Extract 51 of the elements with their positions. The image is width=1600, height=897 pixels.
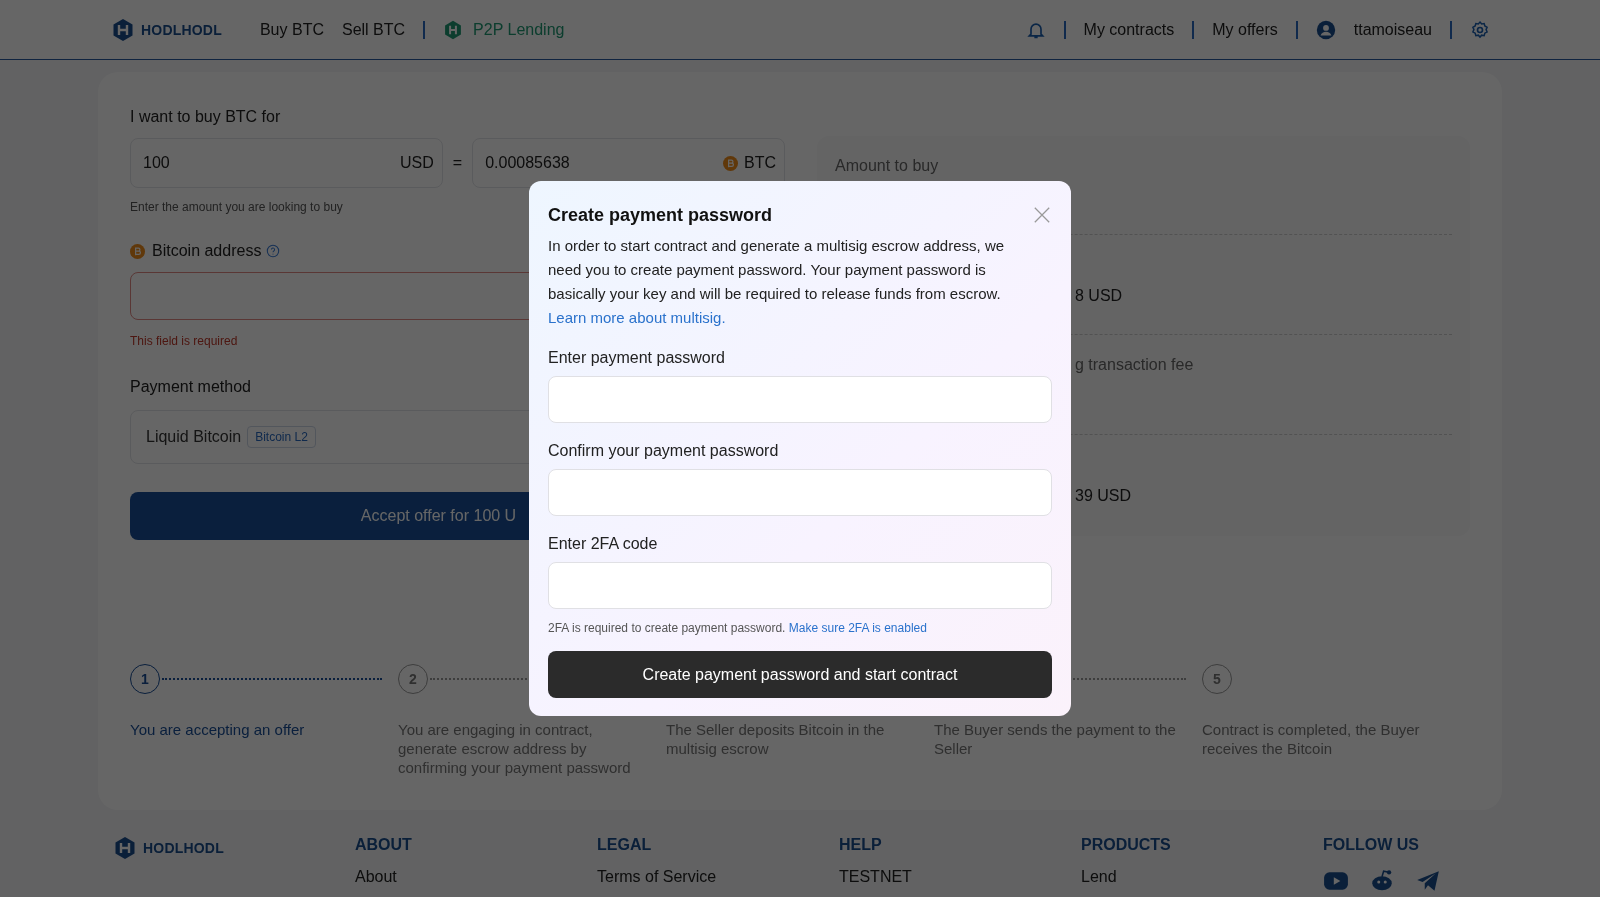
enable-2fa-link[interactable]: Make sure 2FA is enabled	[788, 621, 927, 635]
paper-plane-icon[interactable]	[1415, 868, 1441, 894]
field-label: Enter payment password	[548, 349, 726, 367]
field-label: Confirm your payment password	[548, 442, 780, 460]
tag: Bitcoin L2	[247, 426, 316, 448]
field-label: Bitcoin address	[152, 242, 262, 260]
footer-heading: ABOUT	[355, 836, 413, 854]
dialog-text: In order to start contract and generate a multisig escrow address, we need you to create payment password. Your payment password is basically your key and will be required to release funds from escrow.	[548, 236, 1006, 304]
note-text: 2FA is required to create payment password.	[548, 621, 786, 635]
footer-heading: LEGAL	[597, 836, 653, 854]
summary-label: Amount to buy	[835, 156, 939, 175]
amount-hint: Enter the amount you are looking to buy	[130, 200, 343, 214]
help-icon[interactable]	[266, 244, 281, 258]
summary-value: 8 USD	[1075, 286, 1123, 305]
field-label: Payment method	[130, 378, 252, 396]
username[interactable]: ttamoiseau	[1353, 20, 1432, 39]
nav-link[interactable]: My offers	[1212, 20, 1278, 39]
learn-more-link[interactable]: Learn more about multisig.	[548, 306, 726, 330]
logo-text[interactable]: HODLHODL	[141, 21, 222, 38]
hexagon-icon	[443, 19, 464, 40]
footer-link[interactable]: About	[355, 868, 597, 886]
create-password-button[interactable]: Create payment password and start contract	[548, 651, 1052, 698]
form-title: I want to buy BTC for	[130, 108, 282, 126]
input-field[interactable]	[548, 376, 1052, 423]
footer-heading: PRODUCTS	[1081, 836, 1172, 854]
nav-link[interactable]: Sell BTC	[341, 20, 406, 39]
close-icon[interactable]	[1033, 206, 1051, 224]
bitcoin-icon	[130, 243, 145, 259]
user-avatar-icon[interactable]	[1315, 19, 1336, 40]
input-field[interactable]	[548, 469, 1052, 516]
nav-link[interactable]: Buy BTC	[259, 20, 324, 39]
equals-sign: =	[452, 154, 463, 172]
footer-link[interactable]: Lend	[1081, 868, 1323, 886]
footer-link[interactable]: Terms of Service	[597, 868, 839, 886]
amount-field[interactable]: 100 USD	[130, 138, 443, 188]
settings-icon[interactable]	[1470, 19, 1490, 40]
footer-link[interactable]: TESTNET	[839, 868, 1081, 886]
step-text: You are accepting an offer	[130, 720, 306, 739]
footer-heading: HELP	[839, 836, 883, 854]
error-message: This field is required	[130, 334, 239, 348]
logo-text[interactable]: HODLHODL	[143, 840, 224, 856]
logo-icon	[111, 17, 135, 42]
summary-value: 39 USD	[1075, 486, 1132, 505]
product-link[interactable]: P2P Lending	[473, 20, 565, 39]
nav-link[interactable]: My contracts	[1083, 20, 1175, 39]
bitcoin-icon	[723, 155, 738, 171]
input-field[interactable]	[548, 562, 1052, 609]
footer-heading: FOLLOW US	[1323, 836, 1420, 854]
summary-label: g transaction fee	[1075, 355, 1194, 374]
dialog-title: Create payment password	[548, 205, 773, 226]
logo-icon	[113, 836, 137, 860]
